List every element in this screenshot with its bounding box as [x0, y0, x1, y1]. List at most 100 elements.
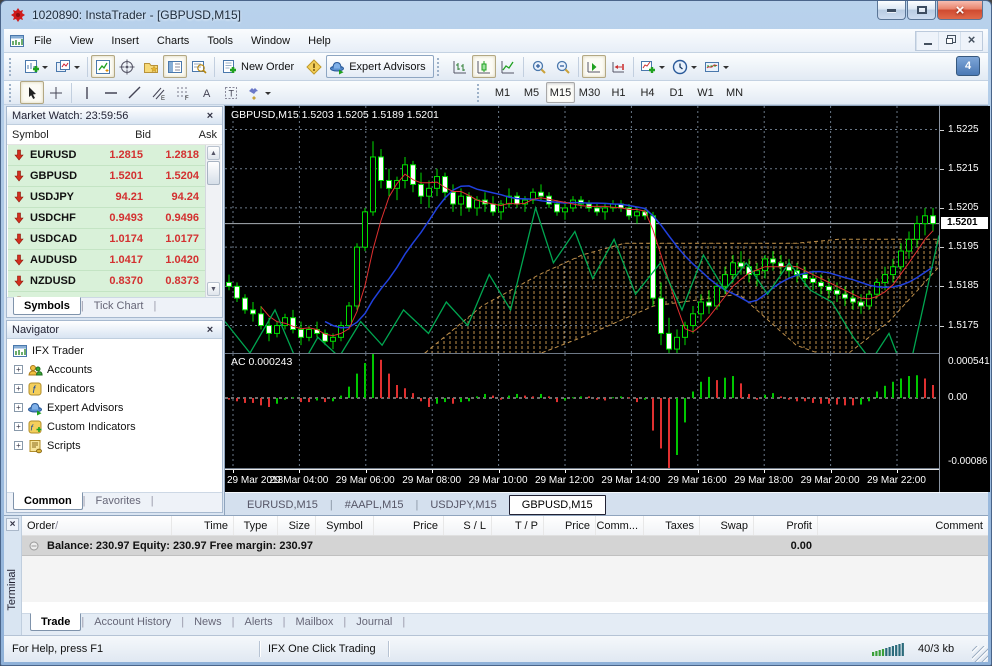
menu-item-view[interactable]: View — [61, 31, 103, 51]
navigator-item-scripts[interactable]: +Scripts — [7, 436, 222, 455]
new-chart-button-dropdown-icon[interactable] — [42, 66, 48, 72]
text-tool-button[interactable]: A — [195, 81, 219, 104]
terminal-column-taxes-2[interactable]: Taxes — [644, 516, 700, 535]
data-window-button[interactable] — [187, 55, 211, 78]
chart-tab-eurusd-m15[interactable]: EURUSD,M15 — [235, 496, 330, 514]
market-watch-scrollbar[interactable] — [205, 145, 221, 297]
terminal-column-swap-2[interactable]: Swap — [700, 516, 754, 535]
column-ask[interactable]: Ask — [156, 129, 222, 141]
toolbar-grip[interactable] — [9, 84, 15, 102]
trendline-tool-button[interactable] — [123, 81, 147, 104]
scroll-thumb[interactable] — [207, 161, 220, 185]
scroll-up-icon[interactable] — [207, 146, 220, 160]
periods-button-dropdown-icon[interactable] — [691, 66, 697, 72]
terminal-column-order[interactable]: Order / — [22, 516, 172, 535]
terminal-column-s-l[interactable]: S / L — [444, 516, 492, 535]
templates-button-dropdown-icon[interactable] — [723, 66, 729, 72]
terminal-column-comm-2[interactable]: Comm... — [596, 516, 644, 535]
chart-tab-aapl-m15[interactable]: #AAPL,M15 — [333, 496, 416, 514]
mdi-restore-button[interactable] — [938, 32, 960, 50]
cursor-tool-button[interactable] — [20, 81, 44, 104]
toolbar-grip[interactable] — [437, 58, 443, 76]
period-button-m15[interactable]: M15 — [546, 82, 575, 103]
navigator-tab-common[interactable]: Common — [13, 492, 83, 510]
candlestick-chart-button[interactable] — [472, 55, 496, 78]
period-button-w1[interactable]: W1 — [691, 82, 720, 103]
maximize-button[interactable] — [907, 1, 936, 20]
market-watch-toggle-button[interactable] — [163, 55, 187, 78]
tick-chart-button[interactable] — [91, 55, 115, 78]
mdi-close-button[interactable] — [960, 32, 982, 50]
fibonacci-tool-button[interactable]: F — [171, 81, 195, 104]
crosshair-tool-button[interactable] — [44, 81, 68, 104]
mdi-minimize-button[interactable] — [916, 32, 938, 50]
period-button-h4[interactable]: H4 — [633, 82, 662, 103]
market-watch-close-icon[interactable] — [203, 110, 217, 122]
terminal-tab-account-history[interactable]: Account History — [84, 614, 181, 630]
pane-separator[interactable] — [225, 353, 988, 354]
price-chart[interactable] — [225, 106, 939, 353]
column-symbol[interactable]: Symbol — [7, 129, 100, 141]
symbol-row-usdchf[interactable]: USDCHF0.94930.9496 — [8, 208, 205, 229]
menu-item-insert[interactable]: Insert — [102, 31, 148, 51]
minimize-button[interactable] — [877, 1, 906, 20]
symbol-row-gbpusd[interactable]: GBPUSD1.52011.5204 — [8, 166, 205, 187]
period-button-m30[interactable]: M30 — [575, 82, 604, 103]
navigator-titlebar[interactable]: Navigator — [7, 321, 222, 339]
expand-icon[interactable]: + — [14, 384, 23, 393]
terminal-column-size[interactable]: Size — [278, 516, 316, 535]
title-bar[interactable]: 1020890: InstaTrader - [GBPUSD,M15] — [1, 1, 991, 29]
expand-icon[interactable]: + — [14, 403, 23, 412]
expand-icon[interactable]: + — [14, 441, 23, 450]
terminal-column-profit-2[interactable]: Profit — [754, 516, 818, 535]
terminal-tab-trade[interactable]: Trade — [30, 613, 81, 631]
symbol-row-usdjpy[interactable]: USDJPY94.2194.24 — [8, 187, 205, 208]
comment-badge[interactable]: 4 — [956, 56, 980, 76]
expand-icon[interactable]: + — [14, 365, 23, 374]
expert-advisors-button[interactable]: Expert Advisors — [326, 55, 433, 78]
menu-item-tools[interactable]: Tools — [198, 31, 242, 51]
text-label-tool-button[interactable]: T — [219, 81, 243, 104]
column-bid[interactable]: Bid — [100, 129, 156, 141]
chart-shift-button[interactable] — [606, 55, 630, 78]
market-watch-tab-tick-chart[interactable]: Tick Chart — [84, 298, 154, 314]
symbol-row-eurusd[interactable]: EURUSD1.28151.2818 — [8, 145, 205, 166]
scroll-down-icon[interactable] — [207, 282, 220, 296]
market-watch-tab-symbols[interactable]: Symbols — [13, 297, 81, 315]
close-button[interactable] — [937, 1, 983, 20]
auto-scroll-button[interactable] — [582, 55, 606, 78]
period-button-mn[interactable]: MN — [720, 82, 749, 103]
arrows-tool-button[interactable] — [243, 81, 275, 104]
profiles-button[interactable] — [52, 55, 84, 78]
menu-item-file[interactable]: File — [25, 31, 61, 51]
status-one-click-trading[interactable]: IFX One Click Trading — [260, 643, 388, 655]
terminal-column-t-p[interactable]: T / P — [492, 516, 544, 535]
arrows-tool-button-dropdown-icon[interactable] — [265, 92, 271, 98]
symbol-row-nzdusd[interactable]: NZDUSD0.83700.8373 — [8, 271, 205, 292]
line-chart-button[interactable] — [496, 55, 520, 78]
chart-tab-gbpusd-m15[interactable]: GBPUSD,M15 — [509, 495, 606, 515]
channel-tool-button[interactable]: E — [147, 81, 171, 104]
symbol-row-audusd[interactable]: AUDUSD1.04171.0420 — [8, 250, 205, 271]
terminal-tab-alerts[interactable]: Alerts — [234, 614, 282, 630]
horizontal-line-tool-button[interactable] — [99, 81, 123, 104]
periods-button[interactable] — [669, 55, 701, 78]
navigator-item-expert-advisors[interactable]: +Expert Advisors — [7, 398, 222, 417]
terminal-column-price[interactable]: Price — [374, 516, 444, 535]
terminal-tab-mailbox[interactable]: Mailbox — [285, 614, 343, 630]
indicators-button-dropdown-icon[interactable] — [659, 66, 665, 72]
balance-row[interactable]: Balance: 230.97 Equity: 230.97 Free marg… — [22, 536, 988, 556]
chart-tab-usdjpy-m15[interactable]: USDJPY,M15 — [418, 496, 508, 514]
resize-grip[interactable] — [972, 646, 988, 662]
terminal-tab-journal[interactable]: Journal — [346, 614, 402, 630]
terminal-column-comment-2[interactable]: Comment — [818, 516, 988, 535]
chart-region[interactable]: GBPUSD,M15 1.5203 1.5205 1.5189 1.5201 A… — [224, 105, 988, 515]
toolbar-grip[interactable] — [477, 84, 483, 102]
terminal-column-time[interactable]: Time — [172, 516, 234, 535]
zoom-in-button[interactable] — [527, 55, 551, 78]
market-watch-titlebar[interactable]: Market Watch: 23:59:56 — [7, 107, 222, 125]
favorites-button[interactable] — [139, 55, 163, 78]
navigator-item-accounts[interactable]: +Accounts — [7, 360, 222, 379]
period-button-h1[interactable]: H1 — [604, 82, 633, 103]
terminal-column-symbol[interactable]: Symbol — [316, 516, 374, 535]
